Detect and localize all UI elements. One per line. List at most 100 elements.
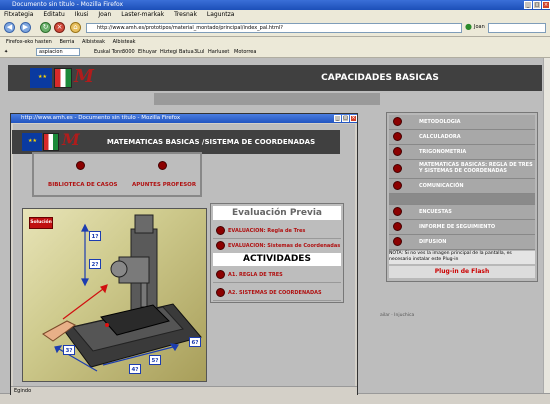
forward-icon[interactable]: ▶ [20,22,31,33]
toolbar-search-input[interactable]: aspiacion [36,48,80,56]
bookmark-item[interactable]: Firefox-eko hasten [6,39,52,45]
bullet-icon [393,132,402,141]
menu-tools[interactable]: Tresnak [174,11,197,18]
question-box-2[interactable]: 2? [89,259,101,269]
popup-title: http://www.amh.es - Documento sin título… [21,115,181,121]
stop-icon[interactable]: × [54,22,65,33]
basque-crest-icon [54,68,72,88]
toolbar-logo-icon: ✦ [4,49,9,55]
bullet-icon [393,237,402,246]
eval-item-coordenadas[interactable]: EVALUACION: Sistemas de Coordenadas [213,239,341,254]
toolbar-link[interactable]: Euskal Tonn [94,47,123,57]
plugin-note: NOTA: Si no ves la imagen principal de l… [389,251,535,264]
popup-page-title: MATEMATICAS BASICAS /SISTEMA DE COORDENA… [106,138,316,146]
question-box-6[interactable]: 6? [189,337,201,347]
back-icon[interactable]: ◀ [4,22,15,33]
menu-item-matematicas[interactable]: MATEMATICAS BASICAS: REGLA DE TRES Y SIS… [389,160,535,179]
menu-file[interactable]: Fitxategia [4,11,33,18]
bookmarks-toolbar: Firefox-eko hasten Berria Albisteak Albi… [0,37,550,47]
browser-title: Documento sin título - Mozilla Firefox [12,1,124,8]
toolbar-link[interactable]: 3000 [122,47,135,57]
browser-menubar: Fitxategia Editatu Ikusi Joan Laster-mar… [0,10,550,19]
home-icon[interactable]: ⌂ [70,22,81,33]
popup-maximize-button[interactable]: □ [342,115,349,122]
bullet-icon [158,161,167,170]
logo-icon: M [74,66,94,87]
eu-flag-icon: ★★ [30,68,52,88]
solucion-button[interactable]: Solución [29,217,53,229]
popup-button-panel: BIBLIOTECA DE CASOS APUNTES PROFESOR [32,152,202,197]
minimize-button[interactable]: _ [524,1,532,9]
popup-header: ★★ M MATEMATICAS BASICAS /SISTEMA DE COO… [12,130,340,154]
page-footer: ailar · Injuchica [380,313,415,318]
url-input[interactable]: http://www.amh.es/prototipos/material_mo… [86,23,462,33]
bullet-icon [393,117,402,126]
question-box-1[interactable]: 1? [89,231,101,241]
menu-separator [389,194,535,205]
bookmark-item[interactable]: Berria [59,39,74,45]
eval-title: Evaluación Previa [213,206,341,220]
navigation-toolbar: ◀ ▶ ↻ × ⌂ http://www.amh.es/prototipos/m… [0,19,550,37]
close-button[interactable]: × [542,1,550,9]
bullet-icon [216,226,225,235]
browser-title-bar: Documento sin título - Mozilla Firefox _… [0,0,550,10]
popup-close-button[interactable]: × [350,115,357,122]
bullet-icon [216,241,225,250]
extra-toolbar: ✦ aspiacion Euskal Tonn 3000 Elhuyar Hiz… [0,47,550,58]
flash-plugin-link[interactable]: Plug-in de Flash [389,266,535,278]
logo-icon: M [62,130,80,149]
popup-title-bar: http://www.amh.es - Documento sin título… [11,114,357,123]
eu-flag-icon: ★★ [22,133,42,151]
maximize-button[interactable]: □ [533,1,541,9]
menu-edit[interactable]: Editatu [43,11,64,18]
toolbar-link[interactable]: Elhuyar [138,47,157,57]
menu-help[interactable]: Laguntza [207,11,235,18]
bullet-icon [393,164,402,173]
machine-drawing [42,214,202,372]
basque-crest-icon [43,133,59,151]
activities-title: ACTIVIDADES [213,253,341,266]
bullet-icon [393,181,402,190]
eval-item-regla-tres[interactable]: EVALUACION: Regla de Tres [213,224,341,239]
menu-view[interactable]: Ikusi [75,11,89,18]
toolbar-link[interactable]: 3Lul [194,47,204,57]
menu-bookmarks[interactable]: Laster-markak [121,11,164,18]
go-icon[interactable]: ● [465,22,472,31]
biblioteca-button[interactable]: BIBLIOTECA DE CASOS [48,182,118,188]
activity-item-a1[interactable]: A1. REGLA DE TRES [213,268,341,283]
popup-status-text: Egindo [14,388,32,394]
bullet-icon [216,288,225,297]
activity-item-a2[interactable]: A2. SISTEMAS DE COORDENADAS [213,286,341,301]
question-box-3[interactable]: 3? [63,345,75,355]
menu-go[interactable]: Joan [98,11,111,18]
bullet-icon [216,270,225,279]
bullet-icon [76,161,85,170]
page-header: ★★ M CAPACIDADES BASICAS [8,65,542,91]
bookmark-item[interactable]: Albisteak [113,39,136,45]
menu-item-informe[interactable]: INFORME DE SEGUIMIENTO [389,220,535,235]
menu-item-encuestas[interactable]: ENCUESTAS [389,205,535,220]
menu-item-comunicacion[interactable]: COMUNICACIÓN [389,179,535,194]
question-box-4[interactable]: 4? [129,364,141,374]
evaluation-panel: Evaluación Previa EVALUACION: Regla de T… [210,203,344,303]
go-label[interactable]: Joan [474,24,485,30]
page-title: CAPACIDADES BASICAS [321,73,439,83]
question-box-5[interactable]: 5? [149,355,161,365]
bullet-icon [393,147,402,156]
popup-minimize-button[interactable]: _ [334,115,341,122]
toolbar-link[interactable]: Motorrea [234,47,256,57]
url-text: http://www.amh.es/prototipos/material_mo… [97,25,283,31]
menu-item-trigonometria[interactable]: TRIGONOMETRIA [389,145,535,160]
reload-icon[interactable]: ↻ [40,22,51,33]
header-underbar [154,93,380,105]
popup-status-bar: Egindo [11,386,357,395]
toolbar-link[interactable]: Hiztegi Batua [160,47,194,57]
bookmark-item[interactable]: Albisteak [82,39,105,45]
menu-item-metodologia[interactable]: METODOLOGIA [389,115,535,130]
menu-item-calculadora[interactable]: CALCULADORA [389,130,535,145]
apuntes-button[interactable]: APUNTES PROFESOR [132,182,196,188]
menu-item-difusion[interactable]: DIFUSION [389,235,535,250]
page-scrollbar[interactable] [543,58,550,393]
search-input[interactable] [488,23,546,33]
toolbar-link[interactable]: Harluxet [208,47,229,57]
